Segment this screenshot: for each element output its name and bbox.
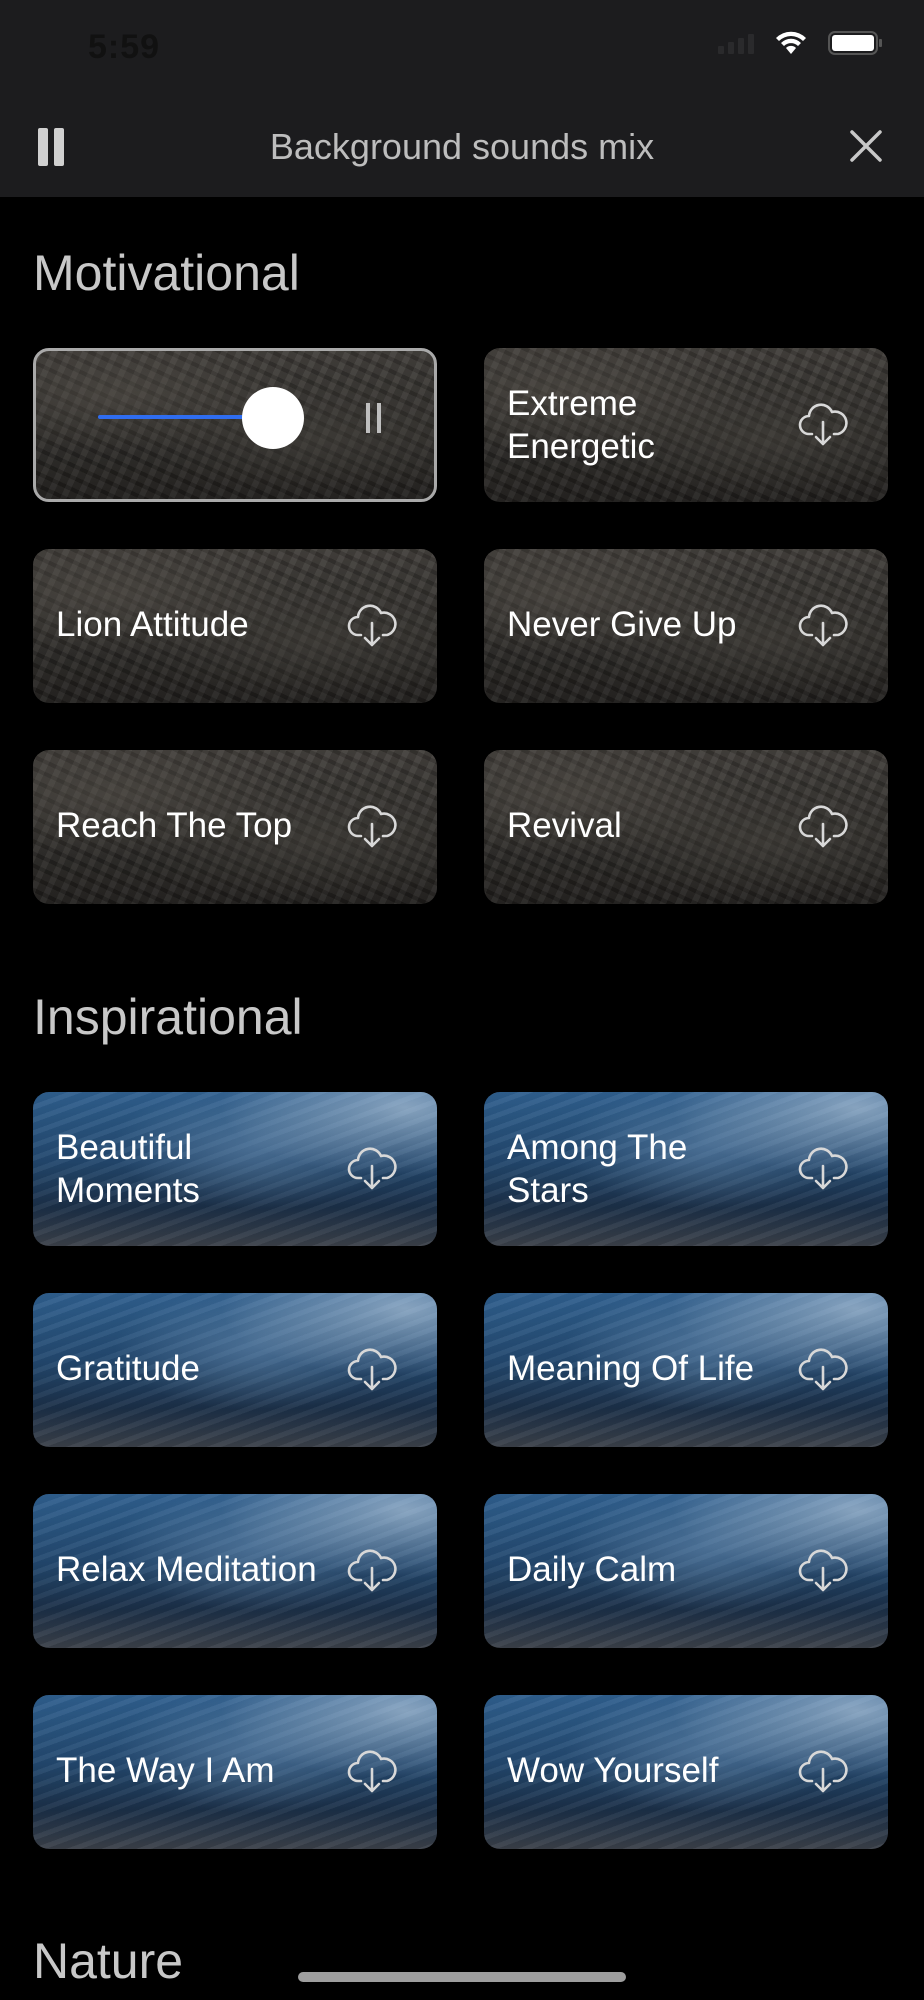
volume-slider-knob[interactable] <box>242 387 304 449</box>
sound-tile-label: Meaning Of Life <box>507 1349 755 1388</box>
cloud-download-icon <box>347 1147 397 1190</box>
sound-tile-label: Reach The Top <box>56 806 293 845</box>
sound-tile-label: Lion Attitude <box>56 605 249 644</box>
sound-tile-label: Never Give Up <box>507 605 737 644</box>
cloud-download-icon <box>347 1348 397 1391</box>
section-title-inspirational: Inspirational <box>33 989 303 1045</box>
wifi-icon <box>774 30 808 56</box>
section-title-nature: Nature <box>33 1933 184 1989</box>
cloud-download-icon <box>798 1348 848 1391</box>
sound-tile[interactable]: Revival <box>484 750 888 904</box>
sound-tile[interactable]: Among The Stars <box>484 1092 888 1246</box>
sound-tile[interactable]: Reach The Top <box>33 750 437 904</box>
sound-tile-label: Extreme Energetic <box>507 384 655 466</box>
close-button[interactable] <box>846 126 886 166</box>
sound-tile-label: Relax Meditation <box>56 1550 317 1589</box>
sound-tile[interactable]: Daily Calm <box>484 1494 888 1648</box>
cloud-download-icon <box>798 805 848 848</box>
battery-icon <box>828 30 884 56</box>
close-icon <box>850 130 882 162</box>
cloud-download-icon <box>347 1549 397 1592</box>
pause-icon <box>366 403 370 433</box>
cloud-download-icon <box>798 1147 848 1190</box>
sound-tile-label: The Way I Am <box>56 1751 275 1790</box>
sound-tile[interactable]: Wow Yourself <box>484 1695 888 1849</box>
sound-tile[interactable]: Beautiful Moments <box>33 1092 437 1246</box>
sound-tile-label: Revival <box>507 806 622 845</box>
cloud-download-icon <box>347 805 397 848</box>
sound-tile-label: Gratitude <box>56 1349 200 1388</box>
sound-tile[interactable]: Lion Attitude <box>33 549 437 703</box>
sound-tile[interactable]: Extreme Energetic <box>484 348 888 502</box>
status-time: 5:59 <box>88 28 161 66</box>
cloud-download-icon <box>798 403 848 446</box>
sound-tile-label: Wow Yourself <box>507 1751 719 1790</box>
sound-tile[interactable]: The Way I Am <box>33 1695 437 1849</box>
sound-tile-label: Daily Calm <box>507 1550 677 1589</box>
sound-tile[interactable]: Gratitude <box>33 1293 437 1447</box>
cloud-download-icon <box>798 1549 848 1592</box>
sound-tile-label: Beautiful Moments <box>56 1128 200 1210</box>
sound-tile[interactable]: Never Give Up <box>484 549 888 703</box>
sound-tile[interactable]: Relax Meditation <box>33 1494 437 1648</box>
status-icons <box>718 30 884 56</box>
signal-icon <box>718 32 754 54</box>
cloud-download-icon <box>798 1750 848 1793</box>
home-indicator[interactable] <box>298 1972 626 1982</box>
tile-pause-button[interactable] <box>364 403 384 433</box>
sound-tile-active[interactable] <box>33 348 437 502</box>
section-title-motivational: Motivational <box>33 245 300 301</box>
cloud-download-icon <box>347 604 397 647</box>
cloud-download-icon <box>798 604 848 647</box>
sound-tile-label: Among The Stars <box>507 1128 688 1210</box>
page-title: Background sounds mix <box>269 126 655 167</box>
sound-tile[interactable]: Meaning Of Life <box>484 1293 888 1447</box>
cloud-download-icon <box>347 1750 397 1793</box>
